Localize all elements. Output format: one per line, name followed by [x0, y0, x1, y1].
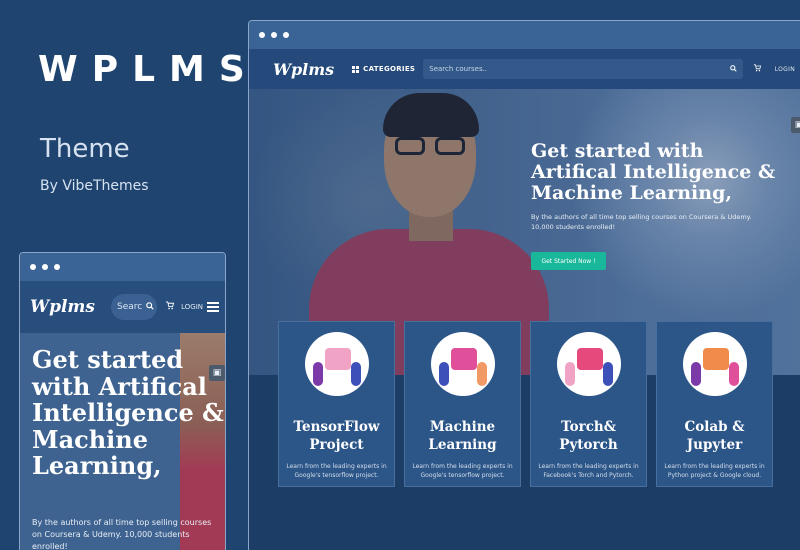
course-card[interactable]: Colab & Jupyter Learn from the leading e… [656, 321, 773, 487]
card-description: Learn from the leading experts in Facebo… [538, 463, 639, 479]
window-dot [30, 264, 36, 270]
window-dot [283, 32, 289, 38]
cart-icon[interactable] [165, 301, 175, 313]
card-description: Learn from the leading experts in Python… [664, 463, 765, 479]
search-text: Searc [117, 302, 143, 312]
site-logo[interactable]: Wplms [30, 297, 95, 317]
categories-menu[interactable]: CATEGORIES [352, 65, 415, 73]
window-titlebar [249, 21, 800, 49]
site-logo[interactable]: Wplms [273, 60, 334, 79]
login-link[interactable]: LOGIN [181, 303, 203, 311]
card-illustration [683, 332, 747, 396]
card-title: Colab & Jupyter [684, 419, 745, 453]
hero-description: By the authors of all time top selling c… [531, 213, 752, 231]
course-card[interactable]: Torch& Pytorch Learn from the leading ex… [530, 321, 647, 487]
search-placeholder: Search courses.. [429, 65, 488, 73]
promo-byline: By VibeThemes [40, 178, 149, 194]
window-dot [54, 264, 60, 270]
site-header: Wplms CATEGORIES Search courses.. LOGIN [249, 49, 800, 89]
desktop-browser-window: Wplms CATEGORIES Search courses.. LOGIN … [248, 20, 800, 550]
card-illustration [305, 332, 369, 396]
get-started-button[interactable]: Get Started Now ! [531, 252, 606, 270]
promo-subtitle: Theme [40, 134, 130, 164]
window-dot [42, 264, 48, 270]
categories-label: CATEGORIES [363, 65, 416, 73]
window-dot [259, 32, 265, 38]
card-description: Learn from the leading experts in Google… [286, 463, 387, 479]
mobile-header: Wplms Searc LOGIN [20, 281, 225, 333]
hero-description: By the authors of all time top selling c… [32, 518, 212, 550]
card-illustration [557, 332, 621, 396]
cart-icon[interactable] [753, 64, 761, 74]
card-description: Learn from the leading experts in Google… [412, 463, 513, 479]
card-title: TensorFlow Project [293, 419, 380, 453]
hero-heading: Get started with Artifical Intelligence … [32, 345, 224, 480]
window-titlebar [20, 253, 225, 281]
window-dot [271, 32, 277, 38]
hero-heading: Get started with Artifical Intelligence … [531, 140, 776, 204]
search-icon[interactable] [729, 64, 737, 74]
promo-title: WPLMS [38, 49, 259, 90]
grid-icon [352, 65, 360, 73]
search-input[interactable]: Searc [111, 294, 158, 320]
card-illustration [431, 332, 495, 396]
image-icon[interactable]: ▣ [791, 117, 800, 133]
mobile-browser-window: Wplms Searc LOGIN ▣ Get started with Art… [19, 252, 226, 550]
login-link[interactable]: LOGIN [775, 66, 795, 73]
course-card[interactable]: Machine Learning Learn from the leading … [404, 321, 521, 487]
search-input[interactable]: Search courses.. [423, 59, 743, 79]
course-card[interactable]: TensorFlow Project Learn from the leadin… [278, 321, 395, 487]
card-title: Torch& Pytorch [559, 419, 618, 453]
hamburger-menu-icon[interactable] [207, 302, 219, 312]
card-title: Machine Learning [428, 419, 497, 453]
mobile-hero-section: ▣ Get started with Artifical Intelligenc… [20, 333, 225, 550]
search-icon[interactable] [146, 301, 154, 313]
